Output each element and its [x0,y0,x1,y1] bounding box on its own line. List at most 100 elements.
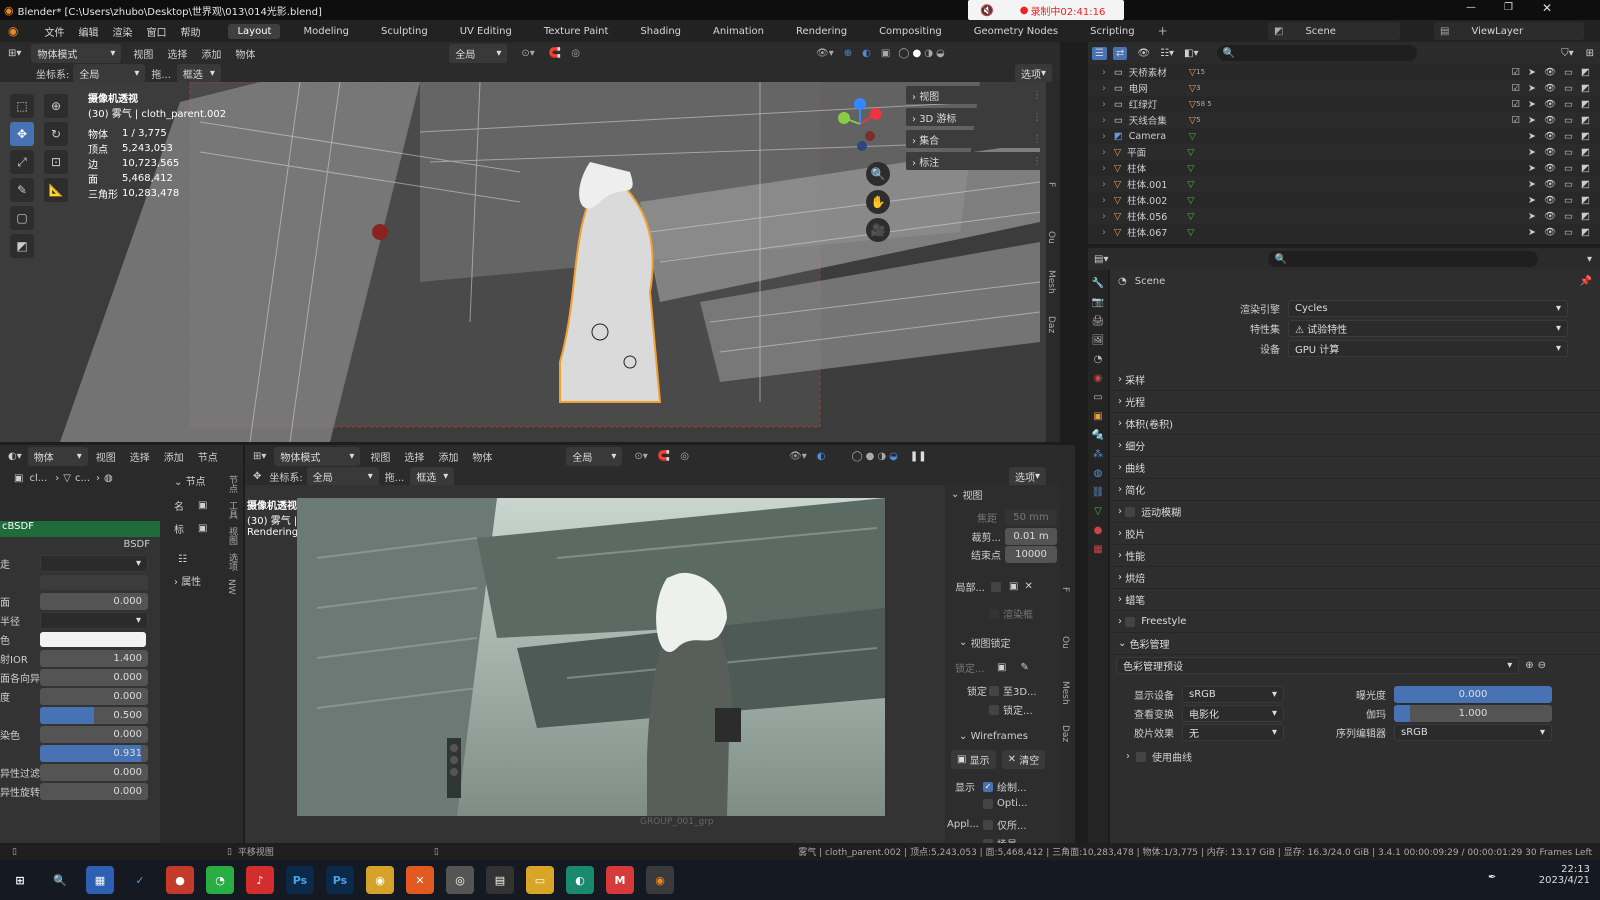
outliner-sync-icon[interactable]: ⇄ [1112,46,1128,60]
include-checkbox-icon[interactable]: ☑ [1511,99,1520,110]
outliner-display-icon[interactable]: ☷▾ [1160,48,1174,59]
viewport-menu-item[interactable]: 选择 [130,449,150,464]
transform-tool-icon[interactable]: ⊡ [44,150,68,174]
property-section[interactable]: › 体积(卷积) [1110,413,1600,435]
expand-icon[interactable]: › [1102,131,1106,142]
node-side-tab[interactable]: 工具 [226,501,239,519]
property-section[interactable]: › 蜡笔 [1110,589,1600,611]
tab-ou[interactable]: Ou [1046,231,1056,244]
viewport-icon[interactable]: ▭ [1564,211,1573,222]
blender-taskbar-icon[interactable]: ◉ [646,866,674,894]
outliner-row[interactable]: › ▽ 柱体.002 ▽ ➤ 👁 ▭ ◩ [1088,192,1600,208]
eye-icon[interactable]: 👁 [1544,67,1556,78]
device-dropdown[interactable]: GPU 计算 ▾ [1288,340,1568,357]
particles-tab-icon[interactable]: ⁂ [1093,449,1103,460]
viewport-icon[interactable]: ▭ [1564,179,1573,190]
select-box-icon[interactable]: ⬚ [10,94,34,118]
node-field-value[interactable]: 0.000 [40,782,148,800]
render-icon[interactable]: ◩ [1581,131,1590,142]
bottom-visibility-icon[interactable]: 👁▾ [789,451,807,462]
camera-tool-icon[interactable]: ◩ [10,234,34,258]
viewport-icon[interactable]: ▭ [1564,195,1573,206]
collection-tab-icon[interactable]: ▭ [1093,392,1102,403]
workspace-tab[interactable]: Animation [704,24,773,39]
viewport-icon[interactable]: ▭ [1564,147,1573,158]
bottom-drag-dropdown[interactable]: 框选 ▾ [410,466,455,486]
scale-tool-icon[interactable]: ⤢ [10,150,34,174]
render-icon[interactable]: ◩ [1581,163,1590,174]
preset-add-icon[interactable]: ⊕ [1525,660,1533,671]
drag-dropdown[interactable]: 框选 ▾ [176,63,221,83]
options-button[interactable]: 选项 ▾ [1014,63,1052,83]
bottom-editor-type-icon[interactable]: ⊞▾ [253,451,266,462]
node-field-value[interactable]: 0.000 [40,668,148,686]
include-checkbox-icon[interactable]: ☑ [1511,67,1520,78]
node-field-value[interactable]: 0.000 [40,687,148,705]
lock-3d-checkbox[interactable] [989,685,999,696]
new-collection-icon[interactable]: ⊞ [1586,48,1594,59]
taskbar-search-icon[interactable]: 🔍 [46,866,74,894]
outliner-row[interactable]: › ▭ 红绿灯 ▽ 58 5 ☑ ➤ 👁 ▭ ◩ [1088,96,1600,112]
wechat-icon[interactable]: ◔ [206,866,234,894]
bottom-coord-dropdown[interactable]: 全局 ▾ [306,466,379,486]
close-icon[interactable]: ✕ [1542,1,1552,15]
render-icon[interactable]: ◩ [1581,211,1590,222]
outliner-filter-dropdown-icon[interactable]: ◧▾ [1184,48,1198,59]
eye-icon[interactable]: 👁 [1544,179,1556,190]
view-layer-tab-icon[interactable]: 🖼 [1092,335,1105,346]
viewport-icon[interactable]: ▭ [1564,99,1573,110]
wire-clear-button[interactable]: ✕ 清空 [1001,750,1046,769]
property-section[interactable]: › 运动模糊 [1110,501,1600,523]
sequencer-dropdown[interactable]: sRGB ▾ [1394,724,1552,741]
netease-music-icon[interactable]: ♪ [246,866,274,894]
node-field-value[interactable]: 0.000 [40,763,148,781]
eye-icon[interactable]: 👁 [1544,227,1556,238]
selectable-icon[interactable]: ➤ [1528,195,1536,206]
eye-icon[interactable]: 👁 [1544,131,1556,142]
viewport-icon[interactable]: ▭ [1564,115,1573,126]
menu-item[interactable]: 文件 [44,24,64,39]
clip-start-field[interactable]: 0.01 m [1005,528,1057,545]
selectable-icon[interactable]: ➤ [1528,163,1536,174]
preset-dropdown[interactable]: 色彩管理预设 ▾ [1116,657,1520,674]
outliner-eye-icon[interactable]: 👁 [1137,48,1150,59]
pause-icon[interactable]: ❚❚ [910,451,927,462]
freestyle-checkbox[interactable] [1125,616,1136,627]
pivot-icon[interactable]: ⊙▾ [521,48,534,59]
property-section[interactable]: › 烘焙 [1110,567,1600,589]
viewport-menu-item[interactable]: 视图 [133,46,153,61]
node-field-value[interactable]: 0.500 [40,706,148,724]
gizmo-icon[interactable]: ⊕ [844,48,852,59]
property-section[interactable]: › 细分 [1110,435,1600,457]
todo-icon[interactable]: ✓ [126,866,154,894]
node-field-value[interactable]: 0.931 [40,744,148,762]
node-color-swatch[interactable] [40,631,146,647]
properties-type-icon[interactable]: ▤▾ [1094,254,1108,265]
viewport-menu-item[interactable]: 选择 [167,46,187,61]
node-props-section[interactable]: › 属性 [174,573,220,588]
wireframes-header[interactable]: ⌄ Wireframes [959,731,1060,742]
rotate-tool-icon[interactable]: ↻ [44,122,68,146]
cursor-tool-icon[interactable]: ⊕ [44,94,68,118]
outliner-row[interactable]: › ▽ 柱体.067 ▽ ➤ 👁 ▭ ◩ [1088,224,1600,240]
lock-rotation-checkbox[interactable] [989,704,999,715]
node-field-slot[interactable] [40,574,148,590]
property-section[interactable]: › 曲线 [1110,457,1600,479]
expand-icon[interactable]: › [1102,83,1106,94]
render-region-checkbox[interactable] [989,608,999,619]
viewport-menu-item[interactable]: 物体 [235,46,255,61]
viewport-menu-item[interactable]: 添加 [201,46,221,61]
material-shading-icon[interactable]: ◑ [924,48,933,59]
viewport-menu-item[interactable]: 节点 [198,449,218,464]
color-management-header[interactable]: ⌄ 色彩管理 [1110,633,1600,655]
expand-icon[interactable]: › [1102,195,1106,206]
bottom-mode-dropdown[interactable]: 物体模式 ▾ [274,446,361,466]
clock[interactable]: 22:13 2023/4/21 [1520,864,1590,886]
node-header[interactable]: cBSDF [0,521,160,537]
viewport-icon[interactable]: ▭ [1564,131,1573,142]
bottom-render-viewport[interactable]: 摄像机透视 (30) 雾气 | cloth_parent.002 Renderi… [245,485,945,843]
top-3d-viewport[interactable]: ⬚ ✥ ⤢ ✎ ▢ ◩ ⊕ ↻ ⊡ 📐 摄像机透视 (30) 雾气 | clot… [0,82,1060,442]
camera-view-icon[interactable]: 🎥 [866,218,890,242]
node-section[interactable]: ⌄ 节点 [174,473,220,488]
clear-icon[interactable]: ✕ [1024,581,1032,592]
